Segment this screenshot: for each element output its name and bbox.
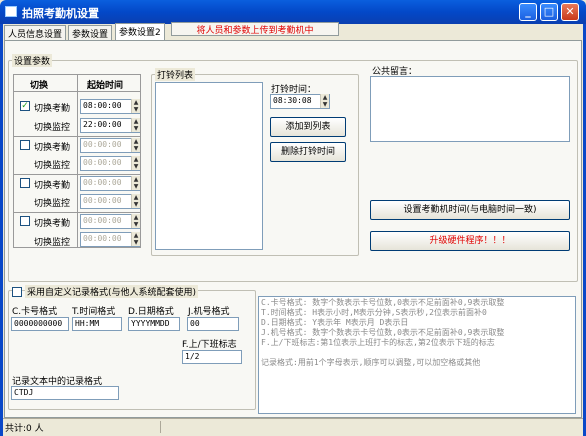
date-format-label: D.日期格式 bbox=[128, 307, 174, 317]
col-switch-header: 切换 bbox=[30, 81, 49, 91]
set-device-time-button[interactable]: 设置考勤机时间(与电脑时间一致) bbox=[370, 200, 570, 220]
spin-icon[interactable]: ▲ ▼ bbox=[131, 118, 140, 132]
window-border-left bbox=[0, 24, 3, 436]
spin-icon[interactable]: ▲ ▼ bbox=[131, 99, 140, 113]
custom-format-checkbox[interactable] bbox=[12, 287, 22, 297]
help-line: J.机号格式: 数字个数表示卡号位数,0表示不足前面补0,9表示取整 bbox=[261, 328, 505, 337]
switch-checkbox-3[interactable] bbox=[20, 178, 30, 188]
minimize-button[interactable]: _ bbox=[519, 3, 537, 21]
col-start-header: 起始时间 bbox=[87, 81, 124, 91]
row-separator bbox=[13, 136, 141, 137]
card-format-input[interactable]: 0000000000 bbox=[11, 317, 69, 331]
switch-attendance-label-2: 切换考勤 bbox=[34, 143, 71, 153]
tab-params-2[interactable]: 参数设置2 bbox=[115, 23, 165, 40]
switch-checkbox-4[interactable] bbox=[20, 216, 30, 226]
tab-params[interactable]: 参数设置 bbox=[68, 25, 113, 40]
notice-textarea[interactable] bbox=[370, 76, 570, 142]
spin-icon[interactable]: ▲ ▼ bbox=[131, 232, 140, 246]
record-format-input[interactable]: CTDJ bbox=[11, 386, 119, 400]
machine-format-label: J.机号格式 bbox=[188, 307, 230, 317]
switch-attendance-label-1: 切换考勤 bbox=[34, 104, 71, 114]
upload-to-device-button[interactable]: 将人员和参数上传到考勤机中 bbox=[171, 22, 339, 36]
time-format-input[interactable]: HH:MM bbox=[72, 317, 122, 331]
close-button[interactable]: ✕ bbox=[561, 3, 579, 21]
switch-checkbox-1[interactable]: ✓ bbox=[20, 101, 30, 111]
card-format-label: C.卡号格式 bbox=[12, 307, 58, 317]
switch-attendance-label-4: 切换考勤 bbox=[34, 219, 71, 229]
upgrade-firmware-button[interactable]: 升级硬件程序！！！ bbox=[370, 231, 570, 251]
spin-icon[interactable]: ▲ ▼ bbox=[131, 156, 140, 170]
machine-format-input[interactable]: 00 bbox=[187, 317, 239, 331]
switch-monitor-label-1: 切换监控 bbox=[34, 123, 71, 133]
switch-monitor-label-3: 切换监控 bbox=[34, 199, 71, 209]
window-title: 拍照考勤机设置 bbox=[22, 7, 99, 20]
spin-icon[interactable]: ▲ ▼ bbox=[131, 214, 140, 228]
status-count: 共计:0 人 bbox=[3, 421, 161, 434]
time-format-label: T.时间格式 bbox=[72, 307, 116, 317]
app-icon bbox=[5, 6, 17, 17]
format-help-textarea[interactable]: C.卡号格式: 数字个数表示卡号位数,0表示不足前面补0,9表示取整 T.时间格… bbox=[258, 296, 576, 414]
row-separator bbox=[13, 212, 141, 213]
updown-flag-input[interactable]: 1/2 bbox=[182, 350, 242, 364]
maximize-button[interactable]: □ bbox=[540, 3, 558, 21]
help-line: C.卡号格式: 数字个数表示卡号位数,0表示不足前面补0,9表示取整 bbox=[261, 298, 505, 307]
add-to-list-button[interactable]: 添加到列表 bbox=[270, 117, 346, 137]
help-line: F.上/下班标志:第1位表示上班打卡的标志,第2位表示下班的标志 bbox=[261, 338, 495, 347]
title-bar: 拍照考勤机设置 _ □ ✕ bbox=[0, 0, 586, 24]
help-line: 记录格式:用前1个字母表示,顺序可以调整,可以加空格或其他 bbox=[261, 358, 481, 367]
spin-icon[interactable]: ▲ ▼ bbox=[320, 94, 329, 108]
spin-icon[interactable]: ▲ ▼ bbox=[131, 194, 140, 208]
switch-attendance-label-3: 切换考勤 bbox=[34, 181, 71, 191]
row-separator bbox=[13, 174, 141, 175]
help-line: T.时间格式: H表示小时,M表示分钟,S表示秒,2位表示前面补0 bbox=[261, 308, 487, 317]
switch-monitor-label-4: 切换监控 bbox=[34, 238, 71, 248]
bell-list-label: 打铃列表 bbox=[155, 68, 196, 81]
switch-monitor-label-2: 切换监控 bbox=[34, 161, 71, 171]
switch-checkbox-2[interactable] bbox=[20, 140, 30, 150]
help-line: D.日期格式: Y表示年 M表示月 D表示日 bbox=[261, 318, 409, 327]
bell-list[interactable] bbox=[155, 82, 263, 250]
date-format-input[interactable]: YYYYMMDD bbox=[128, 317, 180, 331]
status-bar: 共计:0 人 bbox=[3, 418, 583, 434]
spin-icon[interactable]: ▲ ▼ bbox=[131, 138, 140, 152]
spin-icon[interactable]: ▲ ▼ bbox=[131, 176, 140, 190]
switch-table-divider bbox=[77, 74, 78, 248]
help-line bbox=[261, 348, 573, 358]
settings-group-label: 设置参数 bbox=[12, 54, 53, 67]
tab-person-info[interactable]: 人员信息设置 bbox=[4, 25, 67, 40]
custom-format-label: 采用自定义记录格式(与他人系统配套使用) bbox=[25, 285, 199, 298]
delete-bell-time-button[interactable]: 删除打铃时间 bbox=[270, 142, 346, 162]
updown-flag-label: F.上/下班标志 bbox=[182, 340, 237, 350]
